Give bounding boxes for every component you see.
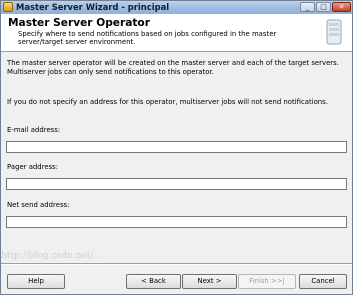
cancel-button[interactable]: Cancel — [299, 274, 347, 289]
email-field[interactable] — [6, 141, 347, 153]
finish-button[interactable]: Finish >>| — [238, 274, 296, 289]
description-paragraph: The master server operator will be creat… — [7, 59, 339, 76]
close-button[interactable]: ✕ — [332, 2, 351, 12]
wizard-header: Master Server Operator Specify where to … — [1, 14, 352, 52]
server-icon — [326, 19, 342, 45]
app-icon — [3, 2, 13, 12]
title-bar[interactable]: Master Server Wizard - principal _ □ ✕ — [1, 1, 352, 14]
net-send-field[interactable] — [6, 216, 347, 228]
pager-field[interactable] — [6, 178, 347, 190]
help-button[interactable]: Help — [7, 274, 65, 289]
maximize-button[interactable]: □ — [316, 2, 331, 12]
note-paragraph: If you do not specify an address for thi… — [7, 98, 328, 106]
pager-label: Pager address: — [7, 163, 59, 171]
back-button[interactable]: < Back — [126, 274, 181, 289]
wizard-window: Master Server Wizard - principal _ □ ✕ M… — [0, 0, 353, 295]
page-title: Master Server Operator — [8, 17, 150, 29]
email-label: E-mail address: — [7, 126, 61, 134]
next-button[interactable]: Next > — [182, 274, 237, 289]
net-send-label: Net send address: — [7, 201, 70, 209]
window-title: Master Server Wizard - principal — [16, 2, 170, 12]
page-subtitle: Specify where to send notifications base… — [18, 30, 277, 47]
watermark: http://blog.csdn.net/... — [1, 251, 102, 261]
minimize-button[interactable]: _ — [300, 2, 315, 12]
footer-divider — [1, 263, 352, 265]
